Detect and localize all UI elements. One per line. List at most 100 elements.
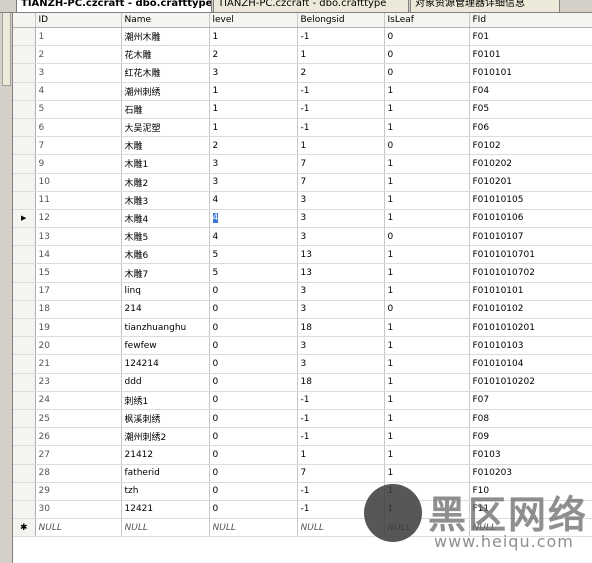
cell-name[interactable]: 木雕3 [121, 191, 210, 210]
row-selector[interactable] [13, 245, 36, 265]
cell-level[interactable]: 1 [209, 118, 298, 138]
cell-belongsid[interactable]: 7 [297, 154, 385, 174]
cell-id[interactable]: 17 [35, 282, 122, 301]
cell-fid[interactable]: F0101010201 [469, 318, 592, 338]
row-selector[interactable] [13, 373, 36, 392]
cell-name[interactable]: 12421 [121, 500, 210, 520]
new-row-cell-level[interactable]: NULL [209, 518, 298, 538]
cell-name[interactable]: 木雕4 [121, 209, 210, 229]
row-selector[interactable] [13, 263, 36, 283]
cell-name[interactable]: ddd [121, 373, 210, 392]
cell-id[interactable]: 11 [35, 191, 122, 210]
cell-name[interactable]: 红花木雕 [121, 63, 210, 83]
cell-belongsid[interactable]: 7 [297, 173, 385, 192]
table-row[interactable]: 15 木雕7 5 13 1 F0101010702 [13, 263, 592, 283]
cell-belongsid[interactable]: 3 [297, 354, 385, 374]
cell-level[interactable]: 0 [209, 354, 298, 374]
cell-level[interactable]: 1 [209, 82, 298, 101]
cell-level[interactable]: 1 [209, 100, 298, 119]
cell-isleaf[interactable]: 1 [384, 409, 470, 429]
table-row[interactable]: 20 fewfew 0 3 1 F01010103 [13, 336, 592, 356]
new-row[interactable]: ✱ NULL NULL NULL NULL NULL NULL [13, 518, 592, 538]
cell-name[interactable]: 木雕1 [121, 154, 210, 174]
cell-isleaf[interactable]: 1 [384, 118, 470, 138]
cell-fid[interactable]: F0102 [469, 136, 592, 156]
cell-belongsid[interactable]: -1 [297, 427, 385, 447]
cell-isleaf[interactable]: 1 [384, 154, 470, 174]
cell-isleaf[interactable]: 1 [384, 373, 470, 392]
cell-id[interactable]: 21 [35, 354, 122, 374]
column-header-fid[interactable]: FId [469, 13, 592, 28]
cell-belongsid[interactable]: 13 [297, 263, 385, 283]
cell-fid[interactable]: F01010103 [469, 336, 592, 356]
cell-id[interactable]: 14 [35, 245, 122, 265]
cell-id[interactable]: 1 [35, 27, 122, 47]
row-selector[interactable] [13, 227, 36, 247]
row-selector[interactable] [13, 445, 36, 465]
row-selector[interactable] [13, 100, 36, 119]
row-selector[interactable] [13, 118, 36, 138]
cell-belongsid[interactable]: -1 [297, 482, 385, 501]
cell-isleaf[interactable]: 1 [384, 82, 470, 101]
cell-isleaf[interactable]: 1 [384, 391, 470, 410]
cell-belongsid[interactable]: 3 [297, 191, 385, 210]
cell-isleaf[interactable]: 1 [384, 336, 470, 356]
cell-id[interactable]: 20 [35, 336, 122, 356]
cell-name[interactable]: 木雕 [121, 136, 210, 156]
cell-isleaf[interactable]: 1 [384, 282, 470, 301]
tab-crafttype-2[interactable]: TIANZH-PC.czcraft - dbo.crafttype [213, 0, 409, 12]
cell-id[interactable]: 6 [35, 118, 122, 138]
cell-isleaf[interactable]: 1 [384, 191, 470, 210]
cell-isleaf[interactable]: 0 [384, 63, 470, 83]
cell-name[interactable]: fatherid [121, 464, 210, 483]
row-selector[interactable] [13, 45, 36, 65]
cell-id[interactable]: 27 [35, 445, 122, 465]
cell-level[interactable]: 5 [209, 245, 298, 265]
cell-belongsid[interactable]: 3 [297, 227, 385, 247]
cell-fid[interactable]: F0101010702 [469, 263, 592, 283]
cell-name[interactable]: 214 [121, 300, 210, 320]
cell-isleaf[interactable]: 1 [384, 354, 470, 374]
table-row[interactable]: 30 12421 0 -1 1 F11 [13, 500, 592, 520]
row-selector[interactable] [13, 300, 36, 320]
cell-isleaf[interactable]: 0 [384, 27, 470, 47]
column-header-belongsid[interactable]: Belongsid [297, 13, 385, 28]
cell-level[interactable]: 0 [209, 427, 298, 447]
table-row[interactable]: 21 124214 0 3 1 F01010104 [13, 354, 592, 374]
row-selector[interactable] [13, 336, 36, 356]
new-row-selector[interactable]: ✱ [13, 518, 36, 538]
cell-fid[interactable]: F10 [469, 482, 592, 501]
cell-fid[interactable]: F11 [469, 500, 592, 520]
table-row[interactable]: 3 红花木雕 3 2 0 F010101 [13, 63, 592, 83]
cell-fid[interactable]: F010101 [469, 63, 592, 83]
table-row[interactable]: 10 木雕2 3 7 1 F010201 [13, 173, 592, 192]
cell-id[interactable]: 2 [35, 45, 122, 65]
column-header-isleaf[interactable]: IsLeaf [384, 13, 470, 28]
new-row-cell-name[interactable]: NULL [121, 518, 210, 538]
cell-name[interactable]: fewfew [121, 336, 210, 356]
table-row[interactable]: 17 linq 0 3 1 F01010101 [13, 282, 592, 301]
cell-belongsid[interactable]: -1 [297, 118, 385, 138]
cell-fid[interactable]: F0103 [469, 445, 592, 465]
cell-name[interactable]: 木雕2 [121, 173, 210, 192]
cell-id[interactable]: 23 [35, 373, 122, 392]
row-selector[interactable] [13, 27, 36, 47]
cell-isleaf[interactable]: 1 [384, 209, 470, 229]
cell-fid[interactable]: F01010102 [469, 300, 592, 320]
cell-name[interactable]: 木雕5 [121, 227, 210, 247]
cell-belongsid[interactable]: 3 [297, 282, 385, 301]
cell-id[interactable]: 29 [35, 482, 122, 501]
cell-fid[interactable]: F0101010701 [469, 245, 592, 265]
cell-belongsid[interactable]: 3 [297, 300, 385, 320]
cell-fid[interactable]: F01010104 [469, 354, 592, 374]
cell-level[interactable]: 3 [209, 154, 298, 174]
cell-name[interactable]: 石雕 [121, 100, 210, 119]
cell-fid[interactable]: F010202 [469, 154, 592, 174]
table-row[interactable]: 29 tzh 0 -1 1 F10 [13, 482, 592, 501]
row-selector[interactable] [13, 482, 36, 501]
cell-belongsid[interactable]: -1 [297, 409, 385, 429]
cell-belongsid[interactable]: -1 [297, 391, 385, 410]
new-row-cell-fid[interactable]: NULL [469, 518, 592, 538]
cell-name[interactable]: 124214 [121, 354, 210, 374]
cell-belongsid[interactable]: 1 [297, 45, 385, 65]
